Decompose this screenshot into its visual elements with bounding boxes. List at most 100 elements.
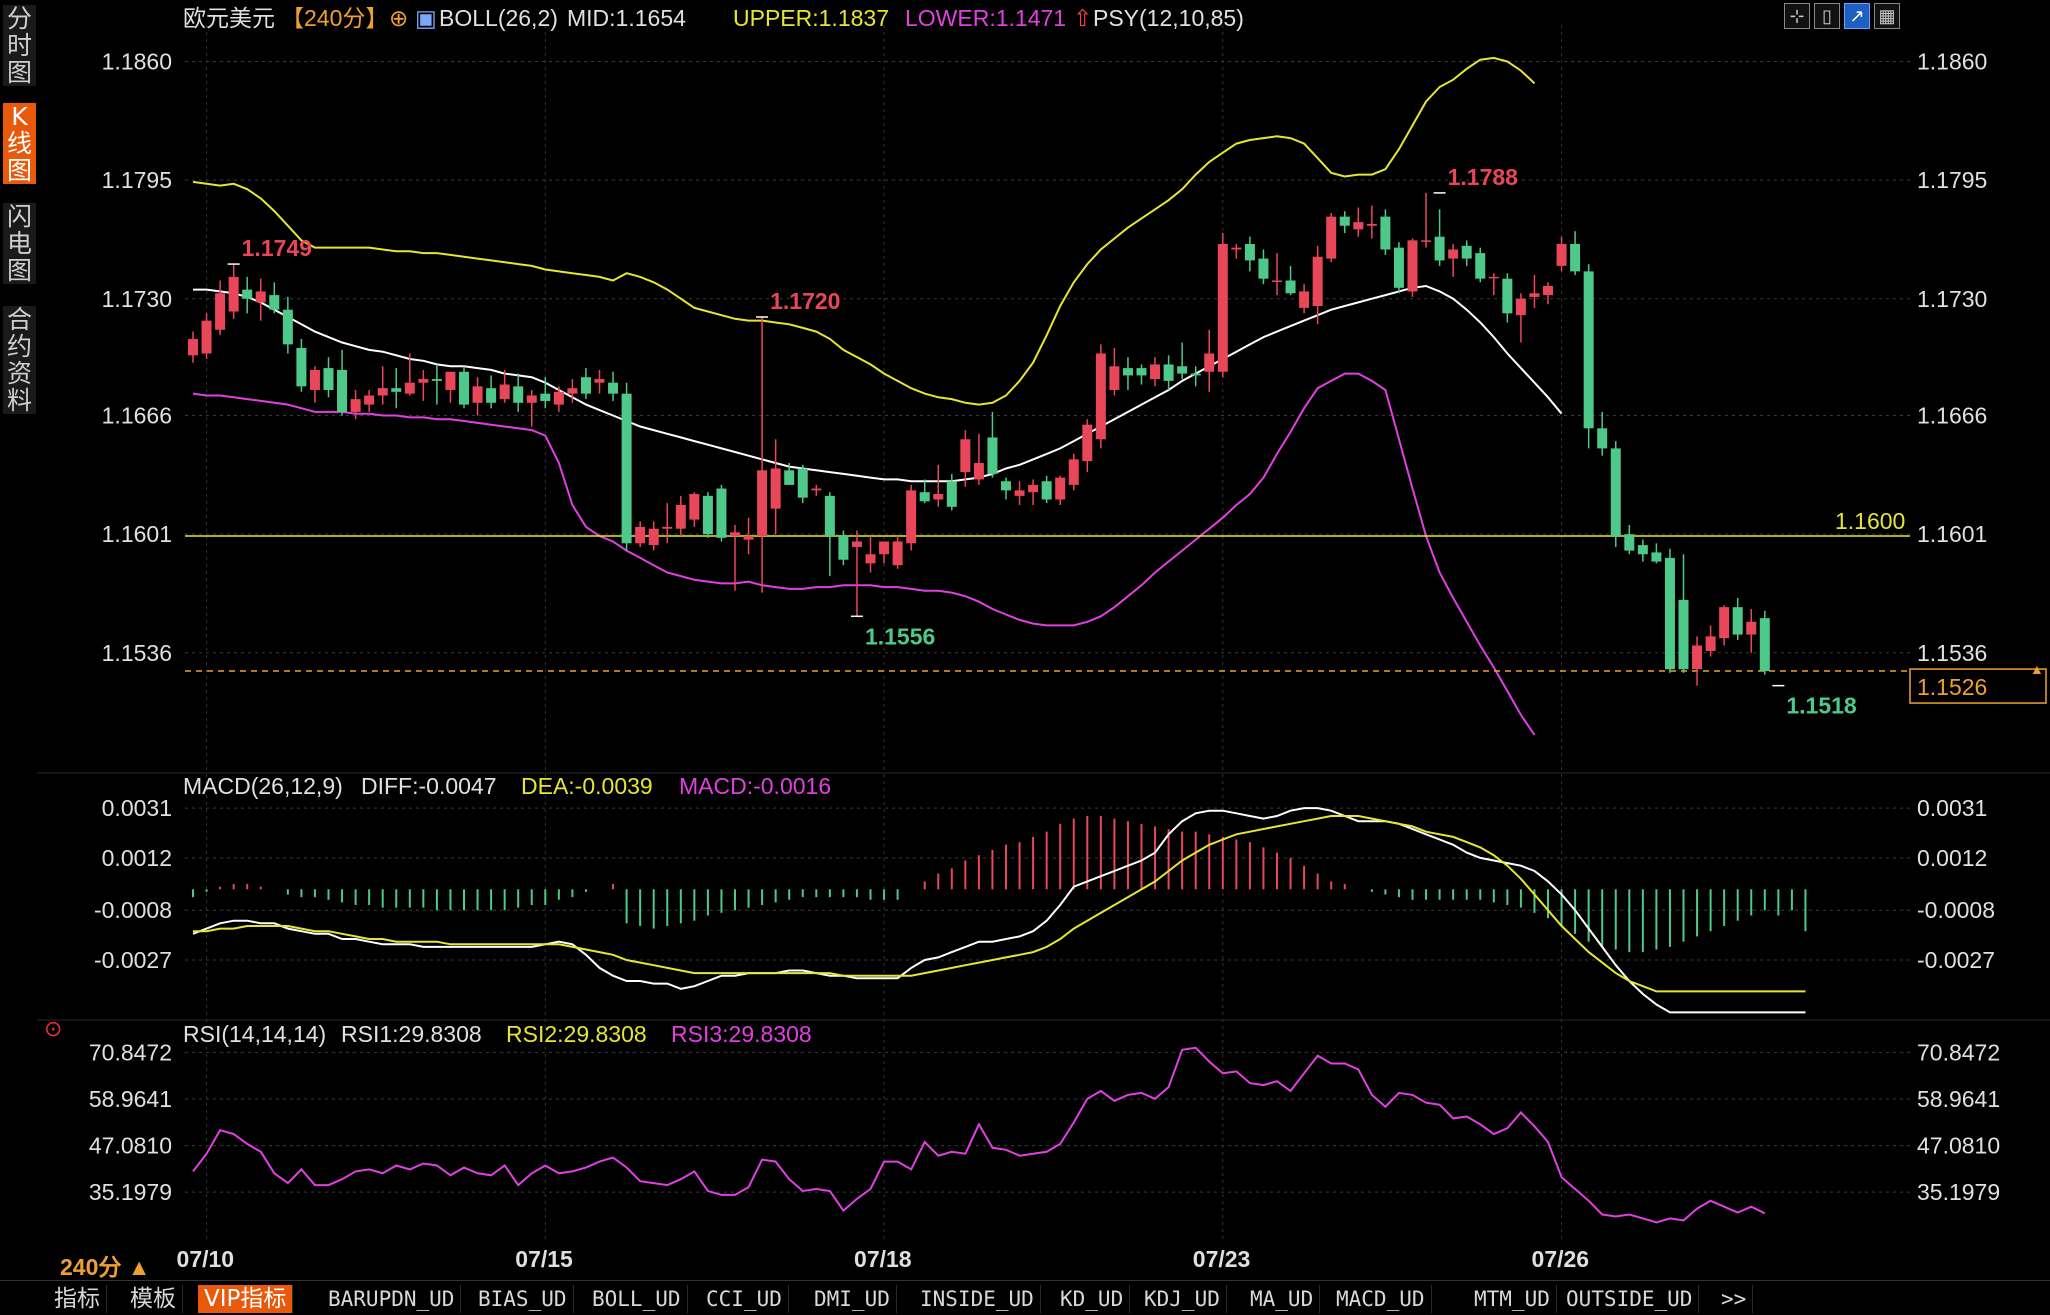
indicator-tab[interactable]: BARUPDN_UD [322, 1285, 462, 1313]
candle-body [1109, 366, 1120, 390]
indicator-tab[interactable]: OUTSIDE_UD [1560, 1285, 1700, 1313]
indicator-tab[interactable]: KD_UD [1054, 1285, 1131, 1313]
candle-body [770, 468, 781, 509]
candle-body [1136, 368, 1147, 376]
candle-body [1055, 477, 1066, 500]
candle-body [1515, 298, 1526, 316]
indicator-tab[interactable]: KDJ_UD [1138, 1285, 1227, 1313]
x-tick-label: 07/15 [515, 1246, 573, 1272]
chart-type-icon[interactable]: ▦ [1874, 3, 1900, 29]
y-tick-label-left: 1.1601 [102, 521, 172, 547]
indicator-tab[interactable]: >> [1715, 1285, 1754, 1313]
candle-body [702, 495, 713, 535]
indicator-tab[interactable]: CCI_UD [700, 1285, 789, 1313]
chart-canvas[interactable]: 1.1860 1.1860 1.1795 1.1795 1.1730 1.1730 1.16… [0, 0, 2050, 1280]
candle-body [1312, 256, 1323, 307]
boll-upper: UPPER:1.1837 [733, 5, 889, 31]
rsi3-value: RSI3:29.8308 [671, 1021, 812, 1047]
x-tick-label: 07/10 [177, 1246, 235, 1272]
candle-body [1746, 621, 1757, 635]
candle-body [1461, 245, 1472, 259]
candle-body [1664, 557, 1675, 670]
candle-body [1475, 253, 1486, 279]
candle-body [242, 289, 253, 299]
candle-body [350, 399, 361, 412]
indicator-tab[interactable]: BIAS_UD [472, 1285, 574, 1313]
candle-body [797, 468, 808, 498]
sidebar-tab-0[interactable]: 分时图 [3, 5, 36, 86]
candle-body [553, 391, 564, 405]
rsi-label: RSI(14,14,14) [183, 1021, 326, 1047]
sidebar-tab-3[interactable]: 合约资料 [3, 306, 36, 414]
extreme-label: 1.1556 [865, 623, 935, 649]
sidebar-tab-1[interactable]: K线图 [3, 103, 36, 184]
crosshair-icon[interactable]: ⊹ [1784, 3, 1810, 29]
y-tick-label-right: 35.1979 [1917, 1179, 2000, 1205]
candle-body [1570, 244, 1581, 272]
y-tick-label-right: 1.1666 [1917, 403, 1987, 429]
indicator-tab[interactable]: 模板 [124, 1285, 183, 1313]
extreme-label: 1.1720 [770, 288, 840, 314]
candlestick-icon[interactable]: ▯ [1814, 3, 1840, 29]
candle-body [608, 382, 619, 394]
y-tick-label-right: 1.1795 [1917, 167, 1987, 193]
indicator-tab[interactable]: MA_UD [1244, 1285, 1321, 1313]
y-tick-label-right: 0.0031 [1917, 795, 1987, 821]
x-tick-label: 07/18 [854, 1246, 912, 1272]
candle-body [215, 293, 226, 330]
candle-body [337, 369, 348, 412]
candle-body [1204, 353, 1215, 372]
candle-body [309, 369, 320, 390]
timeframe-label[interactable]: 240分 ▲ [60, 1248, 151, 1282]
candle-body [228, 276, 239, 312]
candle-body [1705, 636, 1716, 651]
candle-body [1610, 448, 1621, 536]
extreme-label: 1.1788 [1448, 164, 1519, 190]
candle-body [865, 554, 876, 564]
symbol-name: 欧元美元 [183, 5, 275, 31]
candle-body [1692, 645, 1703, 670]
candle-body [594, 379, 605, 383]
candle-body [716, 488, 727, 538]
indicator-tab[interactable]: VIP指标 [198, 1285, 294, 1313]
candle-body [323, 368, 334, 390]
candle-body [377, 388, 388, 396]
candle-body [188, 338, 198, 356]
candle-body [1095, 353, 1106, 440]
up-arrow-icon: ⇧ [1073, 5, 1092, 31]
indicator-tab[interactable]: BOLL_UD [586, 1285, 688, 1313]
candle-body [445, 371, 456, 390]
candle-body [784, 470, 795, 485]
sidebar-tab-2[interactable]: 闪电图 [3, 203, 36, 284]
candle-body [635, 526, 646, 544]
candle-body [1488, 276, 1499, 279]
candle-body [459, 371, 469, 405]
candle-body [879, 541, 890, 555]
candle-body [1272, 280, 1282, 282]
candle-body [364, 395, 375, 405]
y-tick-label-right: 1.1860 [1917, 49, 1987, 75]
indicator-tab[interactable]: 指标 [48, 1285, 107, 1313]
add-icon: ⊕ [389, 5, 408, 31]
candle-body [1448, 249, 1459, 259]
indicator-tab[interactable]: INSIDE_UD [914, 1285, 1041, 1313]
candle-body [648, 528, 659, 546]
candle-body [906, 490, 917, 544]
candle-body [1014, 490, 1025, 496]
boll-icon: ▣ [415, 5, 437, 31]
indicator-tab[interactable]: MTM_UD [1468, 1285, 1557, 1313]
candle-body [824, 495, 835, 536]
candle-body [1326, 216, 1337, 259]
y-tick-label-right: 1.1601 [1917, 521, 1987, 547]
candle-body [1366, 223, 1377, 226]
candle-body [1244, 244, 1255, 261]
candle-body [662, 526, 673, 529]
candle-body [1163, 364, 1174, 381]
boll-label: BOLL(26,2) [439, 5, 558, 31]
indicator-tab[interactable]: MACD_UD [1330, 1285, 1432, 1313]
y-tick-label-left: 58.9641 [89, 1086, 172, 1112]
x-tick-label: 07/23 [1193, 1246, 1251, 1272]
candle-body [1597, 428, 1608, 449]
line-chart-icon[interactable]: ↗ [1844, 3, 1870, 29]
indicator-tab[interactable]: DMI_UD [808, 1285, 897, 1313]
